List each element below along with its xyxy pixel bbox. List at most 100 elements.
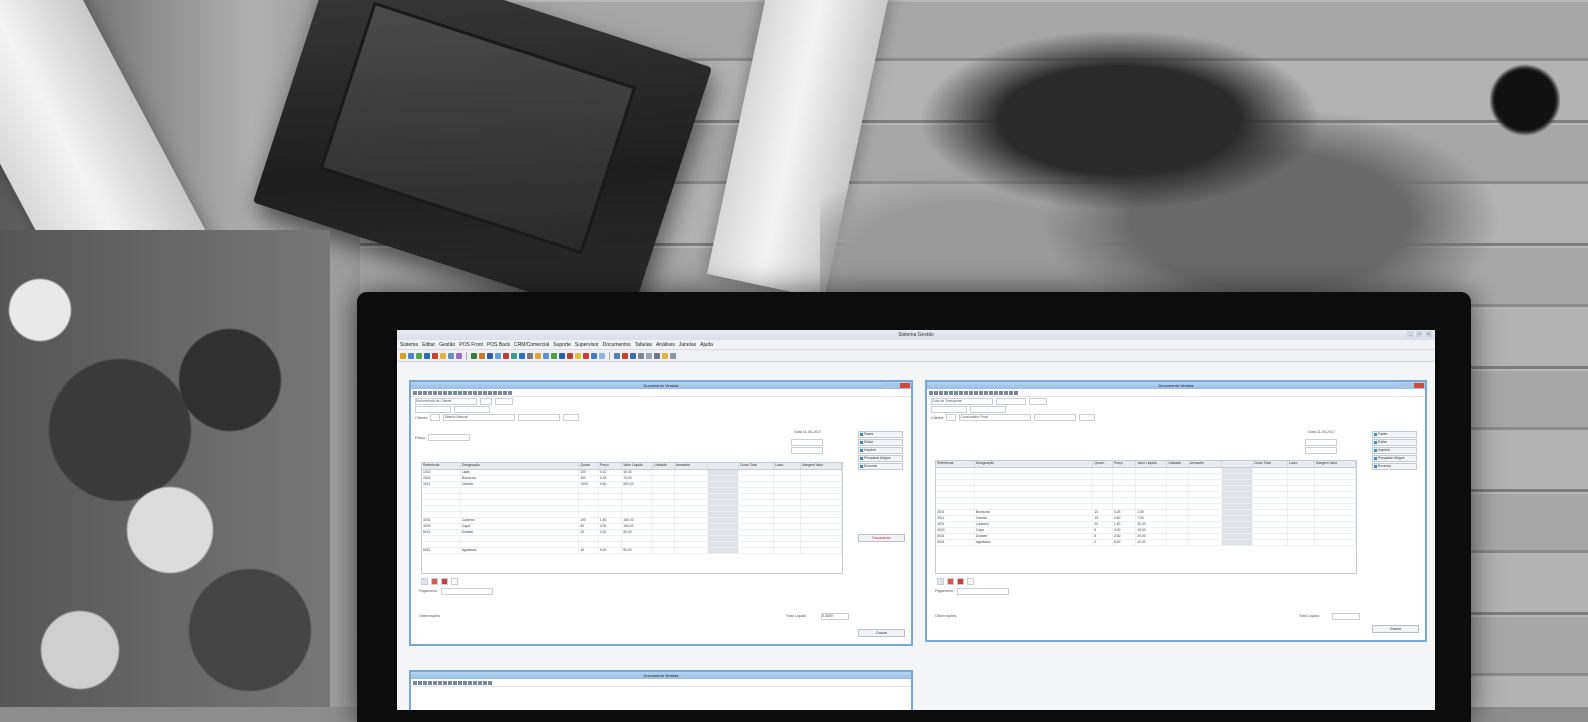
table-row[interactable]: 6001 Agrafador 2 5,00 10,00: [936, 540, 1356, 546]
window-minmax-buttons[interactable]: [1399, 383, 1413, 388]
table-cell[interactable]: [599, 512, 623, 517]
side-button[interactable]: Imprimir: [1372, 447, 1417, 454]
table-cell[interactable]: [774, 530, 802, 535]
toolbar-icon[interactable]: [471, 352, 477, 359]
table-cell[interactable]: 10: [1093, 510, 1113, 515]
toolbar-icon[interactable]: [453, 390, 457, 395]
table-cell[interactable]: [801, 542, 842, 547]
table-cell[interactable]: [774, 548, 802, 553]
table-cell[interactable]: [707, 494, 739, 499]
toolbar-icon[interactable]: [478, 680, 482, 685]
table-cell[interactable]: [774, 536, 802, 541]
table-cell[interactable]: Caderno: [461, 518, 580, 523]
table-cell[interactable]: [579, 542, 599, 547]
table-cell[interactable]: [1288, 492, 1316, 497]
table-cell[interactable]: [1167, 528, 1189, 533]
close-button[interactable]: x: [1425, 331, 1432, 337]
table-row[interactable]: 6001 Agrafador 10 5,00 50,00: [422, 548, 842, 554]
table-cell[interactable]: [1315, 510, 1356, 515]
toolbar-icon[interactable]: [408, 352, 414, 359]
toolbar-icon[interactable]: [989, 390, 993, 395]
table-cell[interactable]: [739, 476, 774, 481]
table-cell[interactable]: [1136, 498, 1168, 503]
table-cell[interactable]: [1288, 480, 1316, 485]
tab-other[interactable]: [970, 405, 1006, 413]
toolbar-icon[interactable]: [535, 352, 541, 359]
table-cell[interactable]: [1167, 522, 1189, 527]
table-cell[interactable]: [707, 500, 739, 505]
toolbar-icon[interactable]: [423, 680, 427, 685]
toolbar-icon[interactable]: [483, 680, 487, 685]
table-cell[interactable]: [461, 542, 580, 547]
table-cell[interactable]: 0,50: [599, 482, 623, 487]
table-cell[interactable]: [1167, 540, 1189, 545]
table-cell[interactable]: [936, 486, 975, 491]
side-button[interactable]: Pesquisar Artigos: [858, 455, 903, 462]
table-cell[interactable]: [1315, 540, 1356, 545]
column-header[interactable]: Lucro: [1288, 461, 1316, 467]
toolbar-icon[interactable]: [1014, 390, 1018, 395]
table-cell[interactable]: [1253, 480, 1288, 485]
table-cell[interactable]: [936, 480, 975, 485]
toolbar-icon[interactable]: [433, 680, 437, 685]
table-cell[interactable]: 2,50: [1136, 510, 1168, 515]
table-cell[interactable]: [1221, 528, 1253, 533]
table-cell[interactable]: [579, 488, 599, 493]
toolbar-icon[interactable]: [440, 352, 446, 359]
table-cell[interactable]: [1189, 498, 1222, 503]
table-cell[interactable]: [774, 482, 802, 487]
table-cell[interactable]: 100: [579, 518, 599, 523]
minimize-button[interactable]: _: [1407, 331, 1414, 337]
table-cell[interactable]: [801, 470, 842, 475]
window-close-button[interactable]: [900, 383, 910, 388]
table-cell[interactable]: [622, 542, 654, 547]
table-cell[interactable]: 20: [1093, 522, 1113, 527]
table-cell[interactable]: 5001: [422, 530, 461, 535]
table-cell[interactable]: [1189, 480, 1222, 485]
doc-type-select[interactable]: Encomenda de Cliente: [415, 397, 477, 405]
table-cell[interactable]: 2,50: [599, 530, 623, 535]
table-cell[interactable]: [1221, 480, 1253, 485]
table-cell[interactable]: [653, 476, 675, 481]
menu-pos-back[interactable]: POS Back: [487, 342, 510, 348]
table-cell[interactable]: [739, 542, 774, 547]
table-cell[interactable]: [739, 524, 774, 529]
column-header[interactable]: Preço: [599, 463, 623, 469]
table-cell[interactable]: [653, 542, 675, 547]
column-header[interactable]: Margem Valor: [1315, 461, 1356, 467]
table-cell[interactable]: [1288, 486, 1316, 491]
toolbar-icon[interactable]: [575, 352, 581, 359]
table-cell[interactable]: [653, 500, 675, 505]
table-cell[interactable]: [1189, 474, 1222, 479]
table-cell[interactable]: [1167, 534, 1189, 539]
line-option-checkbox[interactable]: [967, 577, 974, 585]
table-cell[interactable]: Dossier: [461, 530, 580, 535]
table-cell[interactable]: [675, 494, 708, 499]
table-cell[interactable]: [739, 506, 774, 511]
table-cell[interactable]: 50,00: [622, 548, 654, 553]
toolbar-icon[interactable]: [1009, 390, 1013, 395]
table-cell[interactable]: [936, 504, 975, 509]
toolbar-icon[interactable]: [416, 352, 422, 359]
side-button[interactable]: Pesquisar Artigos: [1372, 455, 1417, 462]
table-cell[interactable]: [675, 530, 708, 535]
table-cell[interactable]: [936, 474, 975, 479]
table-cell[interactable]: [1167, 468, 1189, 473]
add-line-icon[interactable]: [421, 577, 428, 585]
toolbar-icon[interactable]: [463, 680, 467, 685]
table-cell[interactable]: [801, 494, 842, 499]
table-cell[interactable]: [801, 518, 842, 523]
table-cell[interactable]: [975, 468, 1094, 473]
toolbar-icon[interactable]: [448, 390, 452, 395]
table-cell[interactable]: [422, 506, 461, 511]
toolbar-icon[interactable]: [511, 352, 517, 359]
toolbar-icon[interactable]: [483, 390, 487, 395]
table-cell[interactable]: [653, 506, 675, 511]
table-cell[interactable]: [653, 548, 675, 553]
toolbar-icon[interactable]: [979, 390, 983, 395]
menu-tabelas[interactable]: Tabelas: [635, 342, 652, 348]
document-alert-button[interactable]: Documento: [858, 534, 905, 542]
side-button[interactable]: Encerrar: [858, 463, 903, 470]
toolbar-icon[interactable]: [400, 352, 406, 359]
table-cell[interactable]: Agrafador: [975, 540, 1094, 545]
